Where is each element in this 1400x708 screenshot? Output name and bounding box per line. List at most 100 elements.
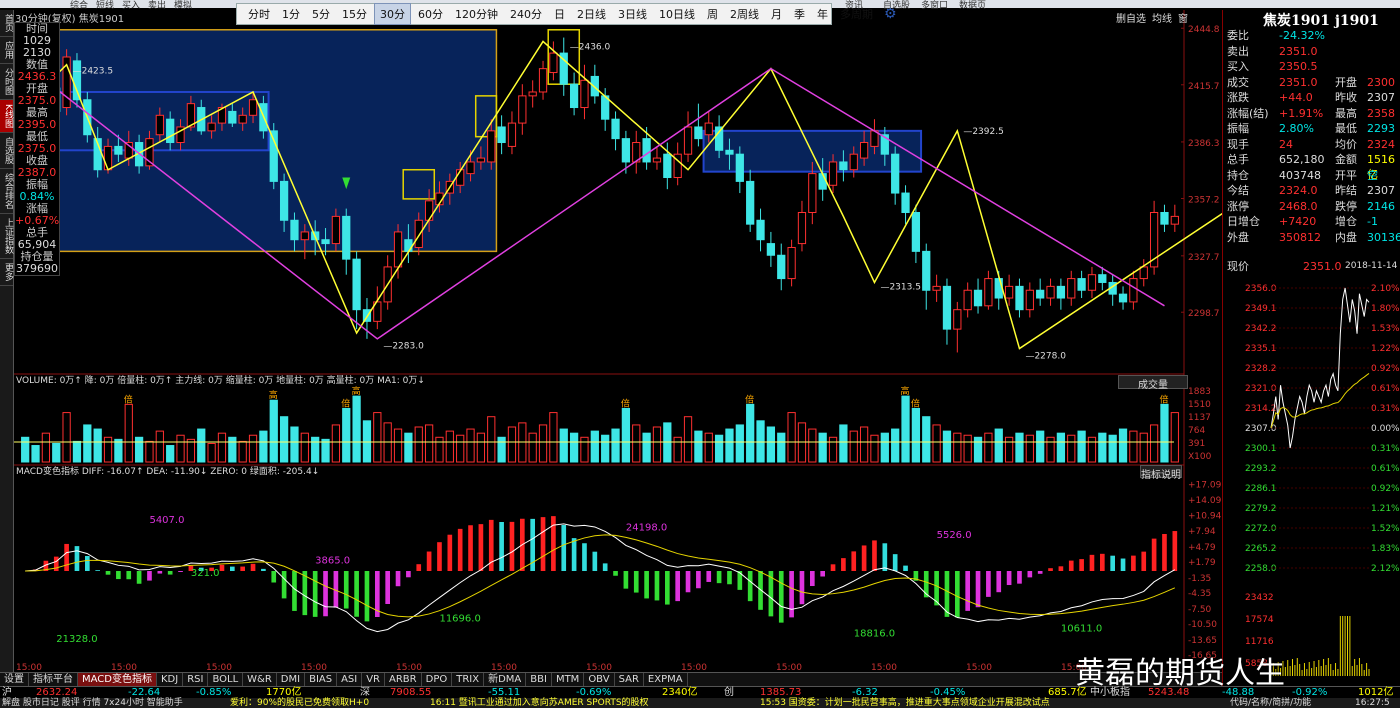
macd-area-label: 5526.0 — [937, 530, 972, 541]
indicator-tab[interactable]: BIAS — [305, 673, 338, 686]
period-240分[interactable]: 240分 — [505, 4, 547, 24]
period-30分[interactable]: 30分 — [374, 3, 411, 25]
indicator-tab[interactable]: MACD变色指标 — [78, 673, 157, 686]
indicator-help-button[interactable]: 指标说明 — [1140, 465, 1182, 481]
news-item[interactable]: 代码/名称/简拼/功能 — [1230, 698, 1311, 708]
indicator-tab[interactable]: 新DMA — [484, 673, 527, 686]
volume-bar — [859, 426, 869, 463]
now-date: 2018-11-14 — [1345, 261, 1398, 271]
mini-price-label: 2349.1 — [1245, 304, 1277, 314]
volume-bar — [714, 434, 724, 463]
quote-panel: 焦炭1901 j1901 委比 -24.32% 卖出 2351.0 买入 2350.5 成交… — [1222, 10, 1400, 686]
indicator-tab[interactable]: MTM — [552, 673, 585, 686]
volume-bar — [373, 412, 382, 463]
time-axis-label: 15:00 — [681, 663, 707, 672]
candle-body — [942, 285, 952, 330]
news-item[interactable]: 16:27:5 — [1355, 698, 1390, 708]
mini-price-label: 2272.0 — [1245, 524, 1277, 534]
volume-bar — [1056, 432, 1066, 463]
indicator-tab[interactable]: BBI — [526, 673, 552, 686]
period-1分[interactable]: 1分 — [277, 4, 305, 24]
mini-price-label: 2314.2 — [1245, 404, 1277, 414]
indicator-tab[interactable]: 设置 — [0, 673, 29, 686]
period-3日线[interactable]: 3日线 — [613, 4, 652, 24]
period-分时[interactable]: 分时 — [243, 4, 275, 24]
gear-icon[interactable]: ⚙ — [884, 6, 897, 22]
macd-axis-label: +17.09 — [1188, 481, 1222, 491]
left-tab[interactable]: 综合排名 — [0, 169, 13, 214]
quote-row: 总手 652,180 金额 1516亿 — [1223, 152, 1400, 181]
candle-body — [973, 289, 983, 307]
left-tab[interactable]: 分时图 — [0, 64, 13, 100]
candle-body — [849, 153, 858, 171]
news-item[interactable]: 爱利：90%的股民已免费领取H+0 — [230, 698, 369, 708]
period-季[interactable]: 季 — [789, 4, 810, 24]
chart-toolbar-button[interactable]: 删自选 — [1116, 10, 1146, 25]
indicator-tab[interactable]: EXPMA — [644, 673, 688, 686]
period-15分[interactable]: 15分 — [337, 4, 372, 24]
mini-price-label: 2293.2 — [1245, 464, 1277, 474]
period-2周线[interactable]: 2周线 — [725, 4, 764, 24]
period-60分[interactable]: 60分 — [413, 4, 448, 24]
period-多周期[interactable]: 多周期 — [835, 4, 878, 24]
candle-body — [279, 180, 289, 221]
news-item[interactable]: 16:11 暨讯工业通过加入意向苏AMER SPORTS的股权 — [430, 698, 649, 708]
volume-bar — [176, 434, 185, 463]
volume-bar — [331, 424, 341, 463]
left-tab[interactable]: 上证指数 — [0, 214, 13, 259]
chart-toolbar-right: 删自选 均线窗 — [1116, 10, 1188, 25]
period-toolbar: 分时 1分 5分 15分 30分 60分 120分钟 240分日 2日线 3日线 10日线周 2周线月… — [236, 3, 897, 25]
left-tab[interactable]: 应用 — [0, 37, 13, 64]
indicator-tab[interactable]: OBV — [584, 673, 615, 686]
chart-toolbar-button[interactable]: 窗 — [1178, 10, 1188, 25]
left-tab[interactable]: 更多 — [0, 259, 13, 286]
candle-body — [1170, 215, 1179, 225]
news-item[interactable]: 15:53 国资委：计划一批民营事高，推进重大事点领域企业开展混改试点 — [760, 698, 1050, 708]
indicator-tab[interactable]: KDJ — [157, 673, 184, 686]
news-item[interactable]: 解盘 股市日记 股评 行情 7x24小时 智能助手 — [2, 698, 183, 708]
period-10日线[interactable]: 10日线 — [654, 4, 700, 24]
indicator-tab[interactable]: DMI — [277, 673, 306, 686]
indicator-tab[interactable]: DPO — [422, 673, 453, 686]
indicator-tab[interactable]: ARBR — [385, 673, 422, 686]
quote-label: 成交 — [1227, 75, 1249, 89]
volume-bar — [72, 440, 82, 463]
period-日[interactable]: 日 — [549, 4, 570, 24]
chart-toolbar-button[interactable]: 均线 — [1152, 10, 1172, 25]
candle-body — [290, 219, 299, 241]
indicator-tab[interactable]: VR — [362, 673, 386, 686]
quote-label: 均价 — [1335, 137, 1357, 151]
period-120分钟[interactable]: 120分钟 — [450, 4, 503, 24]
period-5分[interactable]: 5分 — [307, 4, 335, 24]
period-年[interactable]: 年 — [812, 4, 833, 24]
candle-body — [1036, 289, 1045, 299]
intraday-mini-chart: 2356.0 2.10% 2349.1 1.80% 2342.2 1.53% 2335.1 1… — [1245, 284, 1400, 676]
period-周[interactable]: 周 — [702, 4, 723, 24]
quote-value: -1 — [1367, 215, 1378, 228]
candle-body — [155, 114, 164, 136]
quote-row: 涨跌 +44.0 昨收 2307 — [1223, 90, 1400, 105]
candle-body — [300, 231, 309, 241]
quote-value: -24.32% — [1279, 29, 1325, 42]
price-annotation: —2278.0 — [1025, 351, 1066, 361]
left-tab[interactable]: 自选股 — [0, 133, 13, 169]
indicator-tab[interactable]: BOLL — [208, 673, 244, 686]
indicator-tab[interactable]: SAR — [615, 673, 644, 686]
kline-chart[interactable]: 2444.8 2415.7 2386.3 2357.2 2327.7 2298.7 —242… — [14, 10, 1222, 672]
macd-area-label: 321.0 — [191, 568, 220, 579]
indicator-tab[interactable]: ASI — [337, 673, 363, 686]
left-tab[interactable]: K线图 — [0, 100, 13, 133]
left-tab[interactable]: 首页 — [0, 10, 13, 37]
candle-body — [166, 118, 175, 144]
volume-bar — [580, 436, 589, 463]
period-月[interactable]: 月 — [766, 4, 787, 24]
volume-bar — [207, 442, 216, 463]
indicator-tab[interactable]: W&R — [243, 673, 277, 686]
indicator-tab[interactable]: TRIX — [452, 673, 485, 686]
period-2日线[interactable]: 2日线 — [572, 4, 611, 24]
indicator-tab[interactable]: 指标平台 — [29, 673, 78, 686]
volume-indicator-button[interactable]: 成交量 — [1118, 375, 1188, 391]
indicator-tab[interactable]: RSI — [183, 673, 209, 686]
volume-bar — [134, 436, 144, 463]
volume-bar — [279, 416, 289, 463]
